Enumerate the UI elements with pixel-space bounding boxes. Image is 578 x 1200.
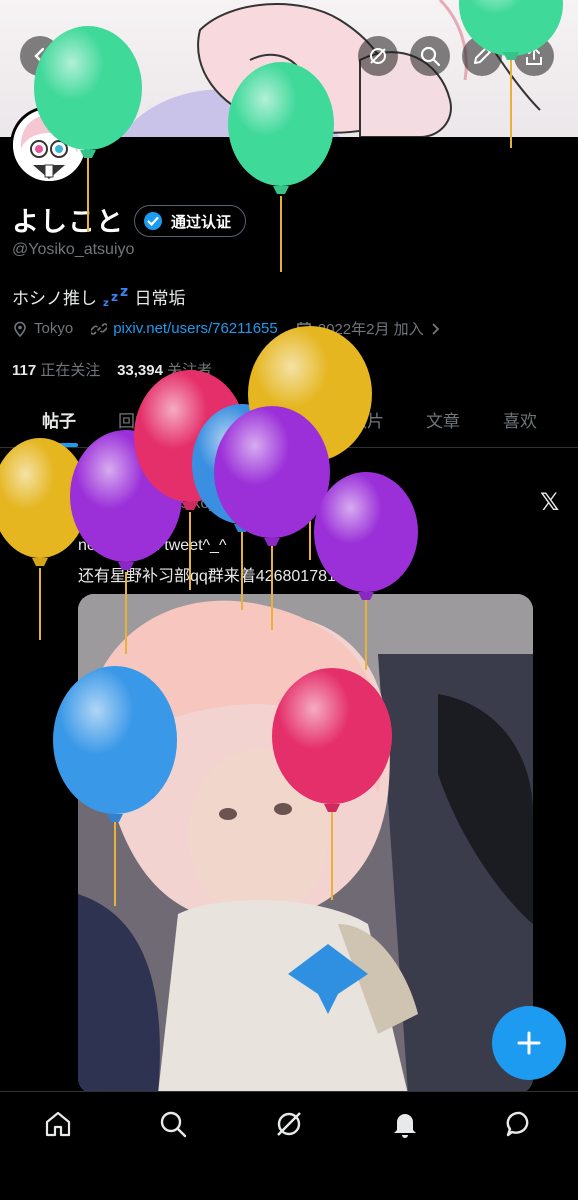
calendar-icon [296, 321, 311, 336]
following-label: 正在关注 [40, 362, 101, 379]
tab-highlights[interactable]: 亮点 [195, 407, 229, 432]
search-icon [420, 46, 441, 67]
tweet-author-name[interactable]: よしこと [78, 495, 142, 512]
back-button[interactable] [20, 36, 60, 76]
tab-photos[interactable]: 照片 [350, 407, 384, 432]
active-tab-indicator [42, 443, 78, 447]
tab-articles[interactable]: 文章 [426, 407, 460, 432]
tweet-hashtag[interactable]: #ホシノ [78, 512, 135, 536]
share-button[interactable] [514, 36, 554, 76]
following-link[interactable]: 117 正在关注 [12, 362, 100, 379]
edit-button[interactable] [462, 36, 502, 76]
chevron-right-icon[interactable] [430, 322, 442, 336]
bio-suffix: 日常垢 [134, 289, 186, 308]
tab-videos[interactable]: 视频 [272, 407, 306, 432]
tab-posts[interactable]: 帖子 [42, 407, 76, 432]
grok-icon[interactable] [273, 1108, 305, 1140]
explore-icon[interactable] [157, 1108, 189, 1140]
notifications-icon[interactable] [389, 1108, 421, 1140]
photo-content [78, 594, 533, 1094]
svg-text:z: z [111, 290, 118, 304]
following-count: 117 [12, 362, 37, 379]
location-text: Tokyo [34, 320, 74, 337]
website-link[interactable]: pixiv.net/users/76211655 [113, 320, 278, 337]
edit-icon [474, 47, 491, 64]
tab-likes[interactable]: 喜欢 [503, 407, 537, 432]
verified-label: 通过认证 [171, 213, 232, 231]
home-icon[interactable] [42, 1108, 74, 1140]
pinned-indicator: 已置顶 [53, 462, 112, 482]
pin-icon [53, 465, 67, 479]
profile-tabs: 帖子 回复 亮点 视频 照片 文章 喜欢 [0, 395, 578, 448]
bio-prefix: ホシノ推し [12, 289, 97, 308]
bio: ホシノ推し z z z 日常垢 [12, 284, 185, 309]
search-button[interactable] [410, 36, 450, 76]
x-logo-icon: 𝕏 [540, 489, 560, 516]
pinned-label: 已置顶 [69, 464, 112, 480]
tab-replies[interactable]: 回复 [118, 407, 152, 432]
tweet-header: よしこと @Yosiko_atsuiyo · 2023/3/7 [78, 489, 345, 513]
tweet-media-photo[interactable] [78, 594, 533, 1094]
avatar-illustration [13, 109, 85, 181]
joined-date: 2022年2月 加入 [317, 321, 424, 338]
svg-text:z: z [103, 298, 109, 308]
tweet-avatar-illustration [12, 486, 64, 538]
compose-button[interactable] [492, 1006, 566, 1080]
followers-label: 关注者 [167, 362, 213, 379]
profile-meta: Tokyo pixiv.net/users/76211655 2022年2月 加… [12, 318, 442, 339]
user-handle: @Yosiko_atsuiyo [12, 241, 135, 258]
svg-text:z: z [120, 286, 128, 300]
grok-icon [370, 48, 386, 64]
follow-stats: 117 正在关注 33,394 关注者 [12, 359, 212, 380]
sleeping-zzz-icon: z z z [103, 284, 128, 309]
bottom-navigation [0, 1091, 578, 1200]
tweet-handle-date: @Yosiko_atsuiyo · 2023/3/7 [146, 495, 346, 512]
display-name: よしこと [12, 207, 124, 237]
link-icon [91, 322, 108, 335]
plus-icon [517, 1031, 541, 1055]
share-icon [526, 46, 542, 65]
profile-avatar[interactable] [10, 106, 88, 184]
tweet-text-line2: 还有星野补习部qq群来着426801781 [78, 568, 336, 585]
followers-link[interactable]: 33,394 关注者 [117, 362, 212, 379]
back-icon [34, 47, 45, 65]
messages-icon[interactable] [504, 1108, 536, 1140]
location-icon [14, 321, 26, 337]
grok-button[interactable] [358, 36, 398, 76]
tweet-text-line1: new pinned tweet^_^ [78, 537, 227, 554]
followers-count: 33,394 [117, 362, 163, 379]
verified-icon [144, 212, 162, 230]
verified-badge-button[interactable]: 通过认证 [134, 205, 247, 237]
tweet-avatar[interactable] [12, 486, 64, 538]
